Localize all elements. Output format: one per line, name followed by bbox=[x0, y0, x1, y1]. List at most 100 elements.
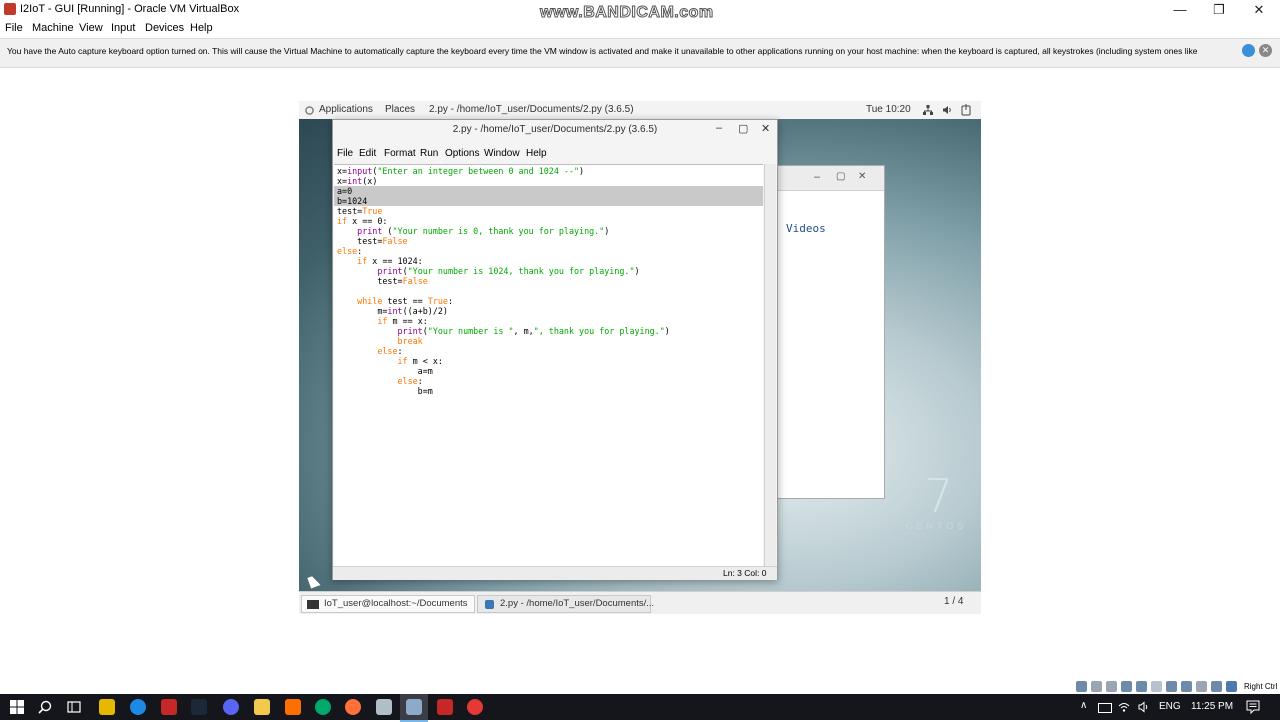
notification-close-button[interactable]: ✕ bbox=[1259, 44, 1272, 57]
taskbar-item-terminal[interactable]: IoT_user@localhost:~/Documents bbox=[301, 595, 475, 613]
files-minimize-button[interactable]: ‒ bbox=[814, 171, 820, 183]
menu-file[interactable]: File bbox=[5, 22, 23, 34]
battery-icon[interactable] bbox=[1098, 703, 1112, 713]
code-line[interactable]: else: bbox=[337, 246, 763, 256]
idle-close-button[interactable]: ✕ bbox=[761, 122, 770, 135]
language-indicator[interactable]: ENG bbox=[1159, 701, 1181, 712]
keyboard-capture-icon[interactable] bbox=[1226, 681, 1237, 692]
firefox-icon[interactable] bbox=[345, 699, 361, 715]
code-lines: x=input("Enter an integer between 0 and … bbox=[334, 166, 763, 396]
app-icon-gray[interactable] bbox=[376, 699, 392, 715]
idle-maximize-button[interactable]: ▢ bbox=[738, 122, 748, 135]
power-icon[interactable] bbox=[961, 104, 971, 116]
editor-scrollbar[interactable] bbox=[764, 164, 776, 566]
network-adapter-icon[interactable] bbox=[1121, 681, 1132, 692]
python-icon bbox=[485, 600, 494, 609]
idle-menu-run[interactable]: Run bbox=[420, 148, 438, 159]
optical-drive-icon[interactable] bbox=[1091, 681, 1102, 692]
speaker-icon[interactable] bbox=[1138, 701, 1150, 713]
cpu-icon[interactable] bbox=[1196, 681, 1207, 692]
terminal-icon bbox=[307, 600, 319, 609]
bandicam-icon[interactable] bbox=[467, 699, 483, 715]
volume-icon[interactable] bbox=[942, 105, 952, 115]
active-window-menu[interactable]: 2.py - /home/IoT_user/Documents/2.py (3.… bbox=[429, 104, 634, 115]
minimize-button[interactable]: — bbox=[1165, 1, 1195, 19]
menu-input[interactable]: Input bbox=[111, 22, 135, 34]
idle-menu-help[interactable]: Help bbox=[526, 148, 547, 159]
idle-editor-window[interactable]: 2.py - /home/IoT_user/Documents/2.py (3.… bbox=[332, 119, 778, 580]
code-line[interactable]: x=input("Enter an integer between 0 and … bbox=[337, 166, 763, 176]
code-line[interactable]: break bbox=[337, 336, 763, 346]
edge-icon[interactable] bbox=[315, 699, 331, 715]
code-line[interactable]: print("Your number is ", m,", thank you … bbox=[337, 326, 763, 336]
code-line[interactable]: if x == 1024: bbox=[337, 256, 763, 266]
code-line[interactable]: test=False bbox=[337, 236, 763, 246]
wifi-icon[interactable] bbox=[1118, 701, 1130, 713]
usb-icon[interactable] bbox=[1136, 681, 1147, 692]
info-icon[interactable] bbox=[1242, 44, 1255, 57]
code-line[interactable]: if m == x: bbox=[337, 316, 763, 326]
tray-overflow-icon[interactable]: ∧ bbox=[1080, 700, 1087, 711]
steam-icon[interactable] bbox=[191, 699, 207, 715]
code-line[interactable]: b=m bbox=[337, 386, 763, 396]
code-line[interactable]: a=0 bbox=[334, 186, 763, 196]
network-icon[interactable] bbox=[923, 105, 933, 115]
idle-minimize-button[interactable]: ‒ bbox=[716, 122, 722, 134]
close-button[interactable]: ✕ bbox=[1244, 1, 1274, 19]
code-line[interactable]: if x == 0: bbox=[337, 216, 763, 226]
shared-folder-icon[interactable] bbox=[1151, 681, 1162, 692]
action-center-icon[interactable] bbox=[1246, 700, 1260, 714]
windows-start-icon[interactable] bbox=[10, 700, 24, 714]
code-line[interactable]: test=True bbox=[337, 206, 763, 216]
media-player-icon[interactable] bbox=[161, 699, 177, 715]
task-view-icon[interactable] bbox=[67, 700, 81, 714]
recording-icon[interactable] bbox=[1181, 681, 1192, 692]
files-videos-link[interactable]: Videos bbox=[786, 222, 826, 235]
menu-machine[interactable]: Machine bbox=[32, 22, 74, 34]
discord-icon[interactable] bbox=[223, 699, 239, 715]
code-line[interactable]: ​ bbox=[337, 286, 763, 296]
idle-menu-edit[interactable]: Edit bbox=[359, 148, 376, 159]
code-line[interactable]: x=int(x) bbox=[337, 176, 763, 186]
code-editor[interactable]: x=input("Enter an integer between 0 and … bbox=[334, 164, 763, 567]
files-maximize-button[interactable]: ▢ bbox=[836, 171, 845, 182]
app-icon-orange[interactable] bbox=[285, 699, 301, 715]
workspace-pager[interactable]: 1 / 4 bbox=[944, 596, 963, 607]
code-line[interactable]: a=m bbox=[337, 366, 763, 376]
places-menu[interactable]: Places bbox=[385, 104, 415, 115]
idle-menu-options[interactable]: Options bbox=[445, 148, 479, 159]
vm-display[interactable]: Applications Places 2.py - /home/IoT_use… bbox=[299, 101, 981, 614]
code-line[interactable]: print ("Your number is 0, thank you for … bbox=[337, 226, 763, 236]
code-line[interactable]: if m < x: bbox=[337, 356, 763, 366]
system-clock[interactable]: 11:25 PM bbox=[1191, 701, 1233, 712]
idle-menu-window[interactable]: Window bbox=[484, 148, 520, 159]
restore-button[interactable]: ❐ bbox=[1204, 1, 1234, 19]
code-line[interactable]: else: bbox=[337, 376, 763, 386]
menu-help[interactable]: Help bbox=[190, 22, 213, 34]
code-line[interactable]: else: bbox=[337, 346, 763, 356]
sticky-notes-icon[interactable] bbox=[99, 699, 115, 715]
idle-menu-file[interactable]: File bbox=[337, 148, 353, 159]
code-line[interactable]: print("Your number is 1024, thank you fo… bbox=[337, 266, 763, 276]
code-line[interactable]: test=False bbox=[337, 276, 763, 286]
menu-view[interactable]: View bbox=[79, 22, 103, 34]
applications-menu[interactable]: Applications bbox=[319, 104, 373, 115]
hard-disk-icon[interactable] bbox=[1076, 681, 1087, 692]
app-icon-red[interactable] bbox=[437, 699, 453, 715]
code-line[interactable]: b=1024 bbox=[334, 196, 763, 206]
mouse-integration-icon[interactable] bbox=[1211, 681, 1222, 692]
files-window[interactable]: ‒ ▢ ✕ es Videos bbox=[758, 165, 885, 499]
display-icon[interactable] bbox=[1166, 681, 1177, 692]
idle-menu-format[interactable]: Format bbox=[384, 148, 416, 159]
files-close-button[interactable]: ✕ bbox=[858, 171, 866, 182]
search-icon[interactable] bbox=[38, 700, 52, 714]
taskbar-item-idle[interactable]: 2.py - /home/IoT_user/Documents/... bbox=[477, 595, 654, 613]
code-line[interactable]: while test == True: bbox=[337, 296, 763, 306]
clock[interactable]: Tue 10:20 bbox=[866, 104, 911, 115]
code-line[interactable]: m=int((a+b)/2) bbox=[337, 306, 763, 316]
menu-devices[interactable]: Devices bbox=[145, 22, 184, 34]
audio-icon[interactable] bbox=[1106, 681, 1117, 692]
file-explorer-icon[interactable] bbox=[254, 699, 270, 715]
editor-statusbar: Ln: 3 Col: 0 bbox=[333, 566, 777, 580]
skype-icon[interactable] bbox=[130, 699, 146, 715]
